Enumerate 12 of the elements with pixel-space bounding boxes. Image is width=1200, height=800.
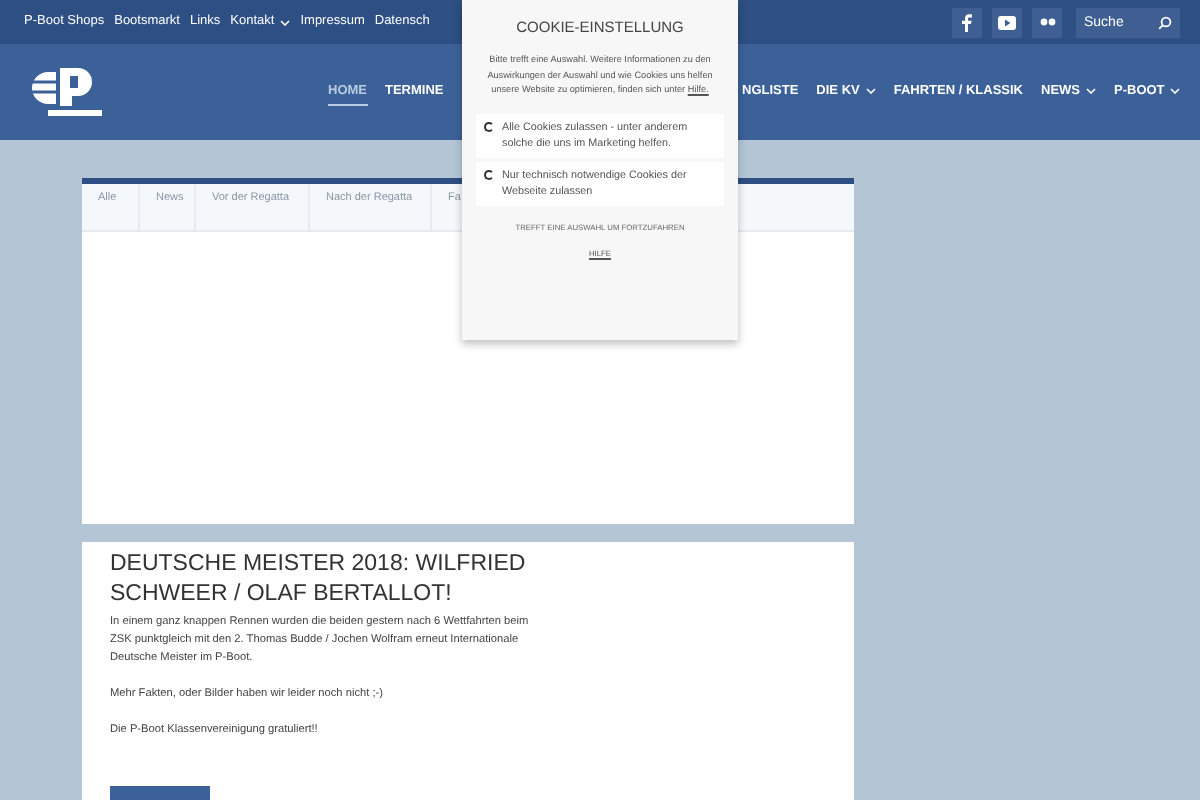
chevron-down-icon [1086, 88, 1096, 94]
radio-button[interactable] [484, 170, 494, 181]
chevron-down-icon [1170, 88, 1181, 94]
post-title: DEUTSCHE MEISTER 2018: WILFRIED SCHWEER / OLAF BERTALLOT! [110, 550, 528, 610]
facebook-icon[interactable] [952, 7, 982, 37]
search-icon[interactable] [1158, 15, 1172, 29]
radio-button[interactable] [484, 122, 494, 133]
dots-icon[interactable] [1032, 7, 1062, 37]
chevron-down-icon [280, 19, 291, 25]
video-icon[interactable] [992, 7, 1022, 37]
chevron-down-icon [865, 88, 876, 94]
logo-icon[interactable] [32, 62, 104, 122]
